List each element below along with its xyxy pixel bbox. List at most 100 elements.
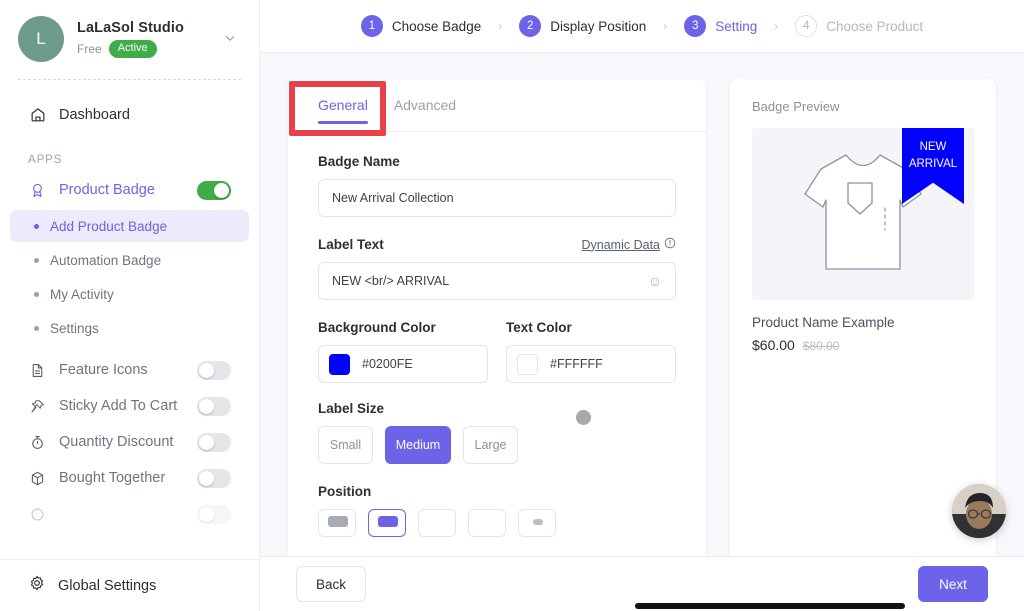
badge-name-input[interactable]: New Arrival Collection <box>318 179 676 217</box>
sidebar-item-add-product-badge[interactable]: Add Product Badge <box>10 210 249 242</box>
sidebar-item-label: Quantity Discount <box>59 434 174 450</box>
wizard-stepper: 1 Choose Badge › 2 Display Position › 3 … <box>260 0 1024 53</box>
bullet-icon <box>34 257 39 263</box>
label-size-small[interactable]: Small <box>318 426 373 464</box>
step-choose-product[interactable]: 4 Choose Product <box>795 15 923 37</box>
position-option-4[interactable] <box>468 509 506 537</box>
info-icon <box>664 237 676 252</box>
sidebar-item-label: Dashboard <box>59 107 130 123</box>
horizontal-scrollbar[interactable] <box>635 603 905 609</box>
feature-icons-toggle[interactable] <box>197 360 231 380</box>
bullet-icon <box>34 325 39 331</box>
field-label-text: Label Text Dynamic Data NEW <br/> ARRIVA… <box>318 237 676 300</box>
emoji-smiley-icon[interactable]: ☺ <box>648 273 662 289</box>
settings-form-card: General Advanced Badge Name New Arrival … <box>288 79 706 567</box>
dynamic-data-link[interactable]: Dynamic Data <box>582 237 677 252</box>
document-icon <box>28 361 47 380</box>
workspace-profile[interactable]: L LaLaSol Studio Free Active <box>0 0 259 62</box>
sidebar-item-partial[interactable] <box>10 496 249 532</box>
preview-current-price: $60.00 <box>752 337 795 353</box>
product-badge-toggle[interactable] <box>197 180 231 200</box>
user-avatar-photo[interactable] <box>952 484 1006 538</box>
profile-meta: Free Active <box>77 40 219 58</box>
position-option-1[interactable] <box>318 509 356 537</box>
chevron-down-icon[interactable] <box>219 31 241 48</box>
tab-advanced[interactable]: Advanced <box>394 79 456 132</box>
step-label: Choose Badge <box>391 18 482 34</box>
pin-icon <box>28 397 47 416</box>
content-area: General Advanced Badge Name New Arrival … <box>260 53 1024 567</box>
color-fields-row: Background Color #0200FE Text Color #FFF… <box>318 320 676 383</box>
sidebar-item-label: Sticky Add To Cart <box>59 398 178 414</box>
back-button[interactable]: Back <box>296 566 366 602</box>
position-mark <box>533 519 543 525</box>
label-text-value: NEW <br/> ARRIVAL <box>332 274 450 288</box>
label-size-label: Label Size <box>318 401 385 416</box>
preview-image-area: NEW ARRIVAL <box>752 128 974 300</box>
step-number: 2 <box>519 15 542 37</box>
position-option-5[interactable] <box>518 509 556 537</box>
position-option-2[interactable] <box>368 509 406 537</box>
preview-old-price: $80.00 <box>802 339 840 353</box>
quantity-discount-toggle[interactable] <box>197 432 231 452</box>
sidebar-item-automation-badge[interactable]: Automation Badge <box>10 244 249 276</box>
text-color-swatch[interactable] <box>517 353 538 375</box>
step-label: Choose Product <box>826 18 924 34</box>
step-choose-badge[interactable]: 1 Choose Badge <box>360 15 482 37</box>
step-separator-icon: › <box>774 19 779 33</box>
background-color-value: #0200FE <box>362 357 413 371</box>
tab-general[interactable]: General <box>318 79 368 132</box>
next-button[interactable]: Next <box>918 566 988 602</box>
field-background-color: Background Color #0200FE <box>318 320 488 383</box>
text-color-label: Text Color <box>506 320 572 335</box>
step-setting[interactable]: 3 Setting <box>684 15 757 37</box>
bought-together-toggle[interactable] <box>197 468 231 488</box>
home-icon <box>28 106 47 125</box>
step-label: Display Position <box>550 18 647 34</box>
step-number: 1 <box>360 15 383 37</box>
sidebar-item-global-settings[interactable]: Global Settings <box>0 559 259 611</box>
sidebar-item-product-badge[interactable]: Product Badge <box>10 172 249 208</box>
sidebar-subitem-label: Add Product Badge <box>50 218 168 234</box>
box-icon <box>28 469 47 488</box>
badge-icon <box>28 181 47 200</box>
label-text-label: Label Text <box>318 237 384 252</box>
preview-product-name: Product Name Example <box>752 315 895 330</box>
sidebar-subitem-label: My Activity <box>50 286 114 302</box>
background-color-input[interactable]: #0200FE <box>318 345 488 383</box>
sidebar-item-label: Bought Together <box>59 470 166 486</box>
sidebar-item-bought-together[interactable]: Bought Together <box>10 460 249 496</box>
position-options <box>318 509 676 537</box>
preview-price: $60.00 $80.00 <box>752 337 974 353</box>
workspace-name: LaLaSol Studio <box>77 20 184 37</box>
label-text-input[interactable]: NEW <br/> ARRIVAL ☺ <box>318 262 676 300</box>
sidebar-item-feature-icons[interactable]: Feature Icons <box>10 352 249 388</box>
status-badge: Active <box>108 40 157 58</box>
badge-preview-title: Badge Preview <box>752 99 840 114</box>
sidebar-item-label: Feature Icons <box>59 362 148 378</box>
position-mark <box>328 516 348 527</box>
sidebar-item-dashboard[interactable]: Dashboard <box>10 96 249 134</box>
sidebar-item-label: Product Badge <box>59 182 155 198</box>
step-label: Setting <box>715 18 758 34</box>
label-size-medium[interactable]: Medium <box>385 426 451 464</box>
badge-line-1: NEW <box>919 141 947 153</box>
sidebar-item-settings[interactable]: Settings <box>10 312 249 344</box>
field-text-color: Text Color #FFFFFF <box>506 320 676 383</box>
step-number: 3 <box>684 15 707 37</box>
step-display-position[interactable]: 2 Display Position <box>519 15 646 37</box>
position-option-3[interactable] <box>418 509 456 537</box>
sticky-add-to-cart-toggle[interactable] <box>197 396 231 416</box>
sidebar-item-sticky-add-to-cart[interactable]: Sticky Add To Cart <box>10 388 249 424</box>
partial-toggle[interactable] <box>197 504 231 524</box>
sidebar-item-my-activity[interactable]: My Activity <box>10 278 249 310</box>
profile-text: LaLaSol Studio Free Active <box>77 20 219 58</box>
position-mark <box>378 516 398 527</box>
sidebar-section-apps: APPS <box>28 154 63 166</box>
text-color-input[interactable]: #FFFFFF <box>506 345 676 383</box>
sidebar-item-quantity-discount[interactable]: Quantity Discount <box>10 424 249 460</box>
background-color-swatch[interactable] <box>329 353 350 375</box>
label-size-large[interactable]: Large <box>463 426 518 464</box>
sidebar-subitem-label: Settings <box>50 320 99 336</box>
step-number: 4 <box>795 15 818 37</box>
